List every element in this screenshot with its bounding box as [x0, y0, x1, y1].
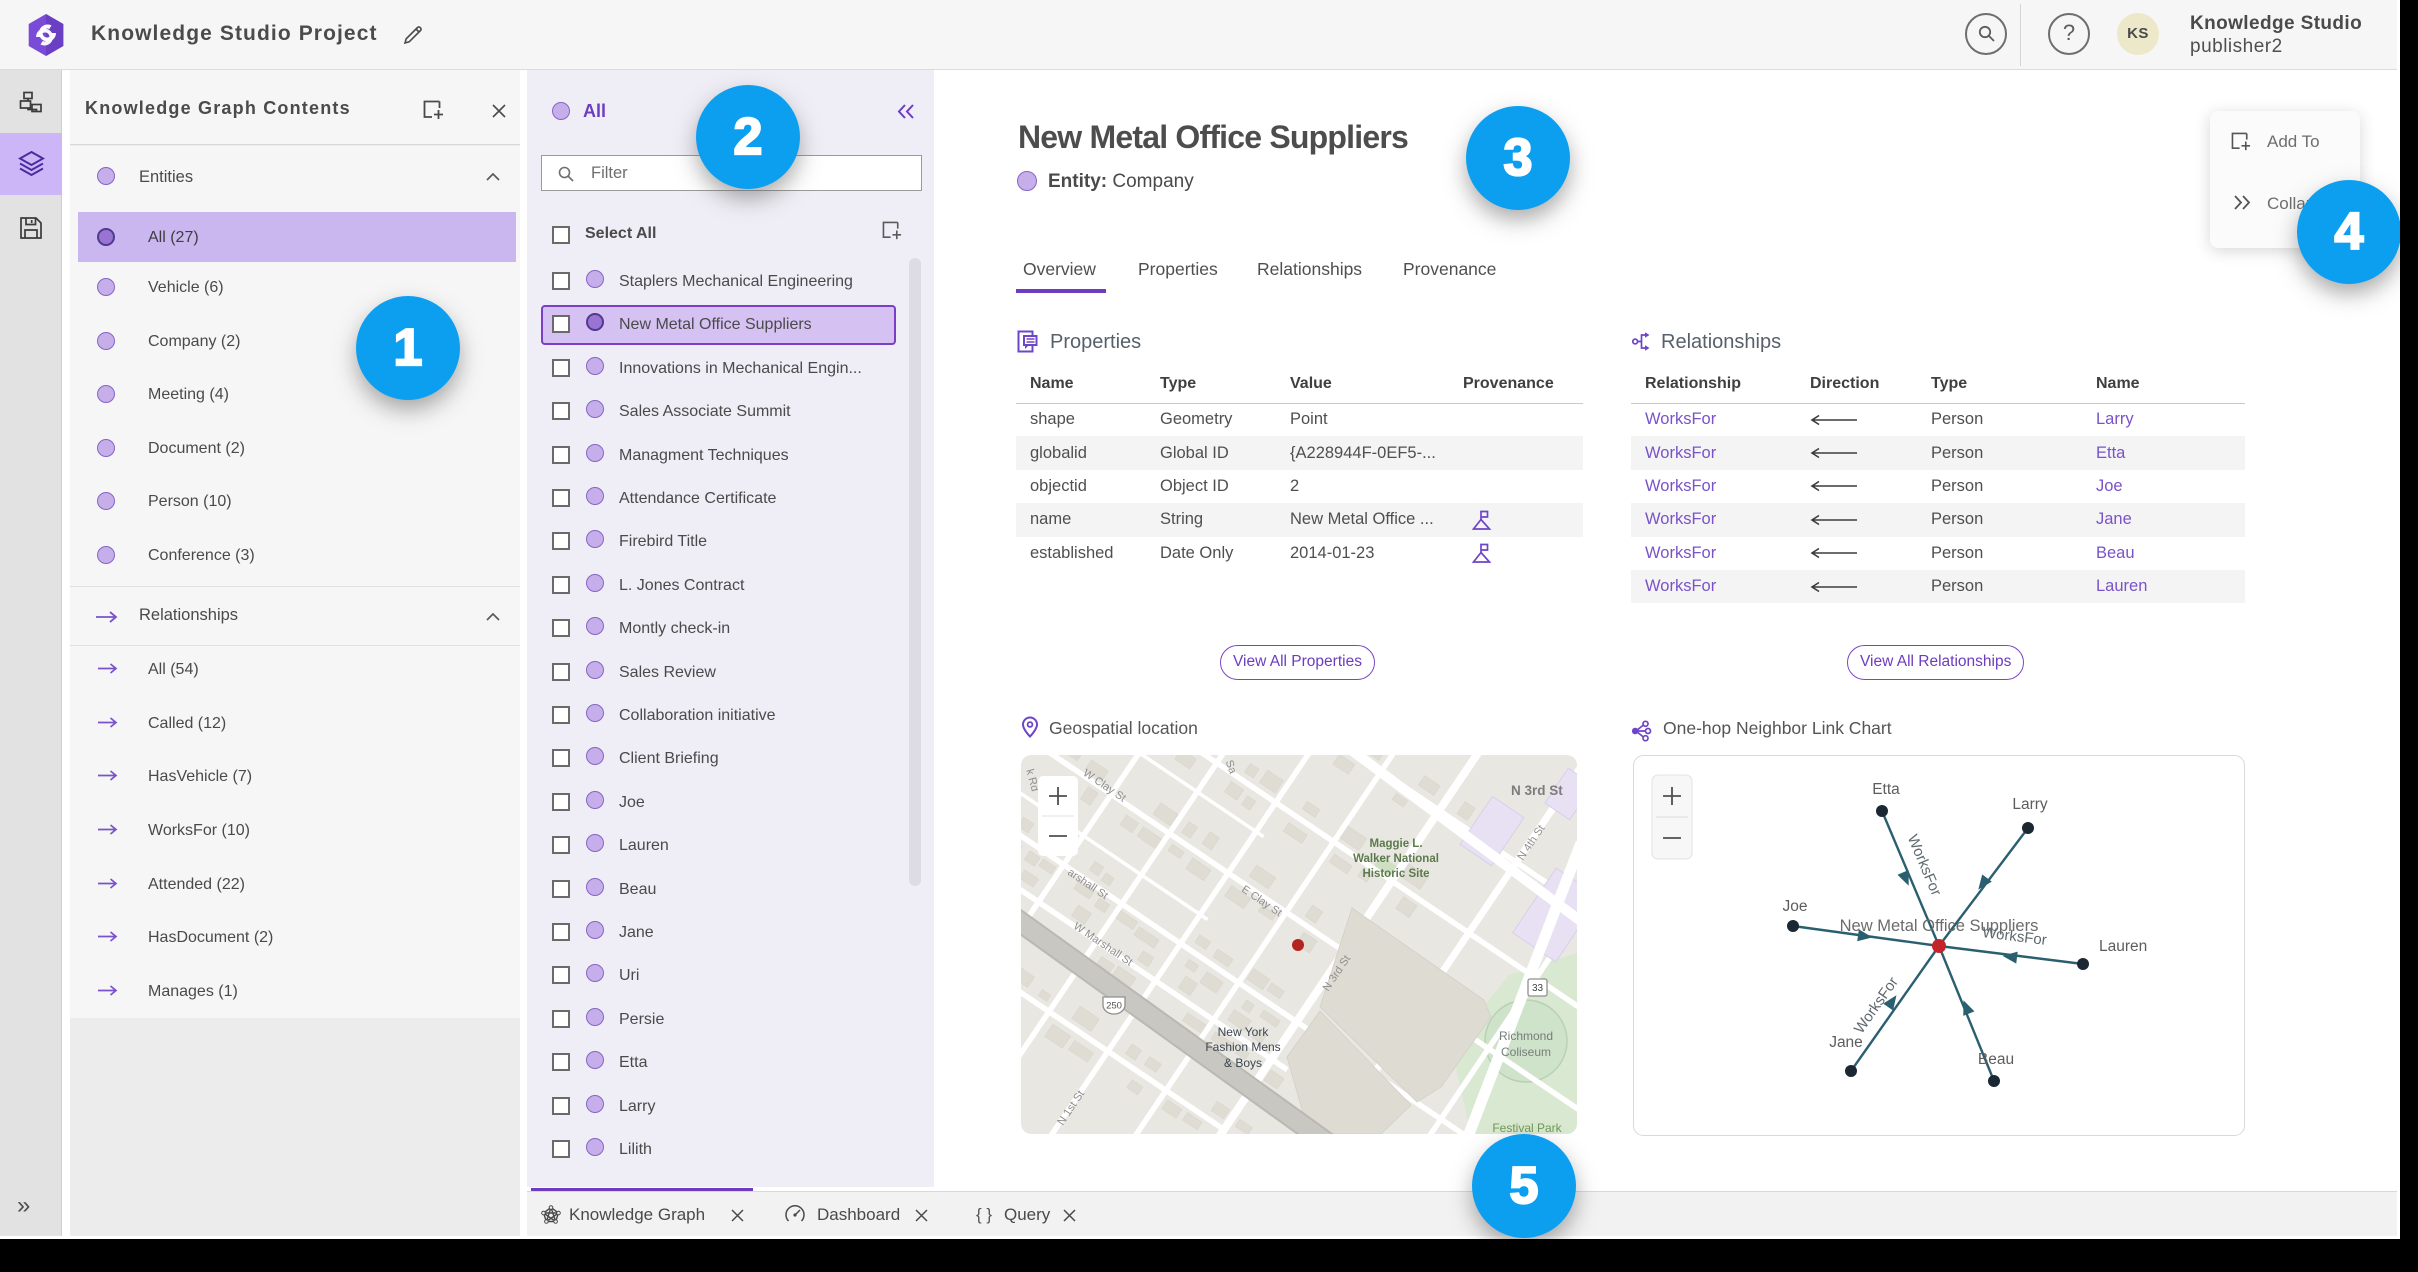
svg-text:Richmond: Richmond	[1499, 1029, 1553, 1043]
svg-text:Festival Park: Festival Park	[1492, 1121, 1562, 1134]
svg-text:Walker National: Walker National	[1353, 853, 1439, 865]
svg-text:Beau: Beau	[1978, 1051, 2014, 1068]
svg-text:Larry: Larry	[2012, 796, 2048, 813]
svg-text:Maggie L.: Maggie L.	[1369, 838, 1422, 850]
svg-text:33: 33	[1532, 983, 1544, 994]
svg-text:Coliseum: Coliseum	[1501, 1045, 1551, 1059]
svg-text:Joe: Joe	[1783, 898, 1808, 915]
svg-text:Jane: Jane	[1829, 1034, 1863, 1051]
svg-text:Historic Site: Historic Site	[1362, 868, 1429, 880]
svg-text:Fashion Mens: Fashion Mens	[1205, 1040, 1280, 1054]
svg-text:Lauren: Lauren	[2099, 938, 2147, 955]
svg-text:N 3rd St: N 3rd St	[1511, 783, 1563, 798]
svg-text:Etta: Etta	[1872, 781, 1900, 798]
svg-text:250: 250	[1106, 1001, 1122, 1012]
svg-text:New York: New York	[1218, 1025, 1270, 1039]
svg-text:& Boys: & Boys	[1224, 1056, 1262, 1070]
